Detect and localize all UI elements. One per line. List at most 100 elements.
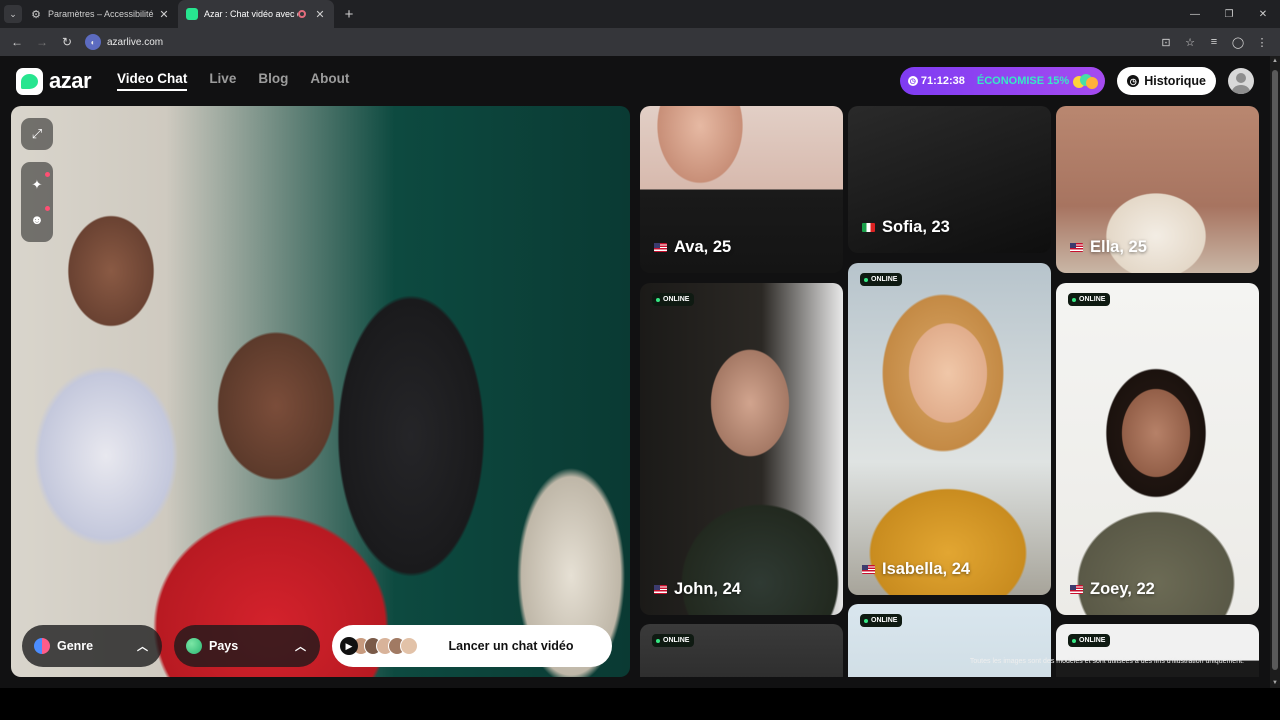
expand-button[interactable]: ⤢	[21, 118, 53, 150]
promo-banner[interactable]: ◷ 71:12:38 ÉCONOMISE 15%	[899, 67, 1106, 95]
us-flag-icon	[1070, 585, 1083, 594]
profile-card[interactable]: ONLINE Zoey, 22	[1056, 283, 1259, 615]
tab-azar[interactable]: Azar : Chat vidéo avec de n ✕	[178, 0, 334, 28]
chevron-up-icon: ︿	[137, 641, 148, 653]
us-flag-icon	[1070, 243, 1083, 252]
forward-icon[interactable]: →	[31, 31, 53, 53]
us-flag-icon	[654, 243, 667, 252]
online-badge: ONLINE	[860, 273, 903, 286]
gems-icon	[1073, 73, 1099, 89]
image-disclaimer: Toutes les images sont des modèles et so…	[969, 658, 1244, 665]
nav-live[interactable]: Live	[209, 71, 236, 91]
tab-search-button[interactable]: ⌄	[4, 5, 22, 23]
profile-card[interactable]: ONLINE	[1056, 624, 1259, 677]
history-button[interactable]: ◷ Historique	[1117, 67, 1216, 95]
gear-icon: ⚙	[31, 8, 41, 21]
online-badge: ONLINE	[652, 293, 695, 306]
nav-about[interactable]: About	[310, 71, 349, 91]
address-bar: ← → ↻ ◐ azarlive.com ⊡ ☆ ≡ ◯ ⋮	[0, 28, 1280, 56]
profile-card[interactable]: Ella, 25	[1056, 106, 1259, 273]
brand-name: azar	[49, 68, 92, 93]
profile-card[interactable]: ONLINE	[848, 604, 1051, 677]
sparkle-effects-icon[interactable]: ✦	[29, 172, 50, 193]
nav-video-chat[interactable]: Video Chat	[117, 71, 188, 91]
country-label: Pays	[209, 639, 239, 653]
window-controls: — ❐ ✕	[1178, 0, 1280, 28]
expand-icon: ⤢	[31, 126, 43, 141]
profile-name: John, 24	[654, 580, 741, 599]
online-badge: ONLINE	[652, 634, 695, 647]
avatar-stack: ▶	[340, 637, 418, 655]
gender-label: Genre	[57, 639, 94, 653]
browser-tab-bar: ⌄ ⚙ Paramètres – Accessibilité ✕ Azar : …	[0, 0, 1280, 28]
user-avatar[interactable]	[1228, 68, 1254, 94]
back-icon[interactable]: ←	[6, 31, 28, 53]
azar-favicon-icon	[186, 8, 198, 20]
bookmark-star-icon[interactable]: ☆	[1178, 36, 1202, 49]
azar-logo-icon	[16, 67, 43, 95]
globe-icon	[186, 638, 202, 654]
online-badge: ONLINE	[1068, 634, 1111, 647]
us-flag-icon	[654, 585, 667, 594]
profile-grid: Ava, 25 Sofia, 23 Ella, 25 ONLINE John, …	[640, 106, 1260, 677]
url-field[interactable]: ◐ azarlive.com	[85, 31, 1154, 53]
azar-page: azar Video Chat Live Blog About ◷ 71:12:…	[0, 56, 1280, 688]
profile-name: Isabella, 24	[862, 560, 970, 579]
face-filter-icon[interactable]: ☻	[29, 206, 50, 227]
effects-toolbar: ✦ ☻	[21, 162, 53, 242]
country-filter[interactable]: Pays ︿	[174, 625, 320, 667]
promo-discount: ÉCONOMISE 15%	[976, 75, 1070, 87]
us-flag-icon	[862, 565, 875, 574]
profile-card[interactable]: Ava, 25	[640, 106, 843, 273]
restore-icon[interactable]: ❐	[1212, 0, 1246, 28]
profile-card[interactable]: ONLINE	[640, 624, 843, 677]
media-controls-icon[interactable]: ≡	[1202, 36, 1226, 49]
close-icon[interactable]: ✕	[314, 8, 326, 21]
profile-name: Ava, 25	[654, 238, 731, 257]
page-scrollbar[interactable]: ▲ ▼	[1270, 56, 1280, 688]
start-video-chat-button[interactable]: ▶ Lancer un chat vidéo	[332, 625, 612, 667]
chat-controls: Genre ︿ Pays ︿ ▶ Lancer un chat vidéo	[22, 625, 612, 667]
online-badge: ONLINE	[860, 614, 903, 627]
close-window-icon[interactable]: ✕	[1246, 0, 1280, 28]
tab-title: Paramètres – Accessibilité	[48, 9, 154, 19]
profile-name: Zoey, 22	[1070, 580, 1155, 599]
site-info-icon[interactable]: ◐	[85, 34, 101, 50]
scroll-up-icon[interactable]: ▲	[1271, 58, 1279, 64]
promo-timer: 71:12:38	[920, 75, 965, 87]
italy-flag-icon	[862, 223, 875, 232]
os-taskbar	[0, 688, 1280, 720]
recording-icon	[298, 10, 306, 18]
profile-card[interactable]: Sofia, 23	[848, 106, 1051, 253]
main-nav: Video Chat Live Blog About	[117, 71, 371, 91]
clock-icon: ◷	[907, 76, 918, 86]
close-icon[interactable]: ✕	[158, 8, 170, 21]
new-tab-button[interactable]: +	[338, 3, 360, 25]
profile-icon[interactable]: ◯	[1226, 36, 1250, 49]
tab-title: Azar : Chat vidéo avec de n	[204, 9, 298, 19]
menu-kebab-icon[interactable]: ⋮	[1250, 36, 1274, 49]
profile-card[interactable]: ONLINE Isabella, 24	[848, 263, 1051, 595]
azar-logo[interactable]: azar	[16, 67, 92, 95]
install-app-icon[interactable]: ⊡	[1154, 36, 1178, 49]
gender-filter[interactable]: Genre ︿	[22, 625, 162, 667]
tab-settings[interactable]: ⚙ Paramètres – Accessibilité ✕	[22, 0, 178, 28]
profile-name: Ella, 25	[1070, 238, 1147, 257]
chevron-up-icon: ︿	[295, 641, 306, 653]
scroll-down-icon[interactable]: ▼	[1271, 680, 1279, 686]
profile-card[interactable]: ONLINE John, 24	[640, 283, 843, 615]
online-badge: ONLINE	[1068, 293, 1111, 306]
history-label: Historique	[1144, 74, 1206, 88]
camera-icon: ▶	[340, 637, 358, 655]
start-video-chat-label: Lancer un chat vidéo	[448, 639, 574, 653]
profile-name: Sofia, 23	[862, 218, 950, 237]
reload-icon[interactable]: ↻	[56, 31, 78, 53]
site-header: azar Video Chat Live Blog About ◷ 71:12:…	[0, 56, 1270, 106]
gender-icon	[34, 638, 50, 654]
scroll-thumb[interactable]	[1272, 70, 1278, 670]
minimize-icon[interactable]: —	[1178, 0, 1212, 28]
nav-blog[interactable]: Blog	[258, 71, 288, 91]
video-preview: ⤢ ✦ ☻ Genre ︿ Pays ︿ ▶ Lancer un chat vi…	[11, 106, 630, 677]
url-text: azarlive.com	[107, 36, 164, 48]
history-clock-icon: ◷	[1127, 75, 1140, 87]
